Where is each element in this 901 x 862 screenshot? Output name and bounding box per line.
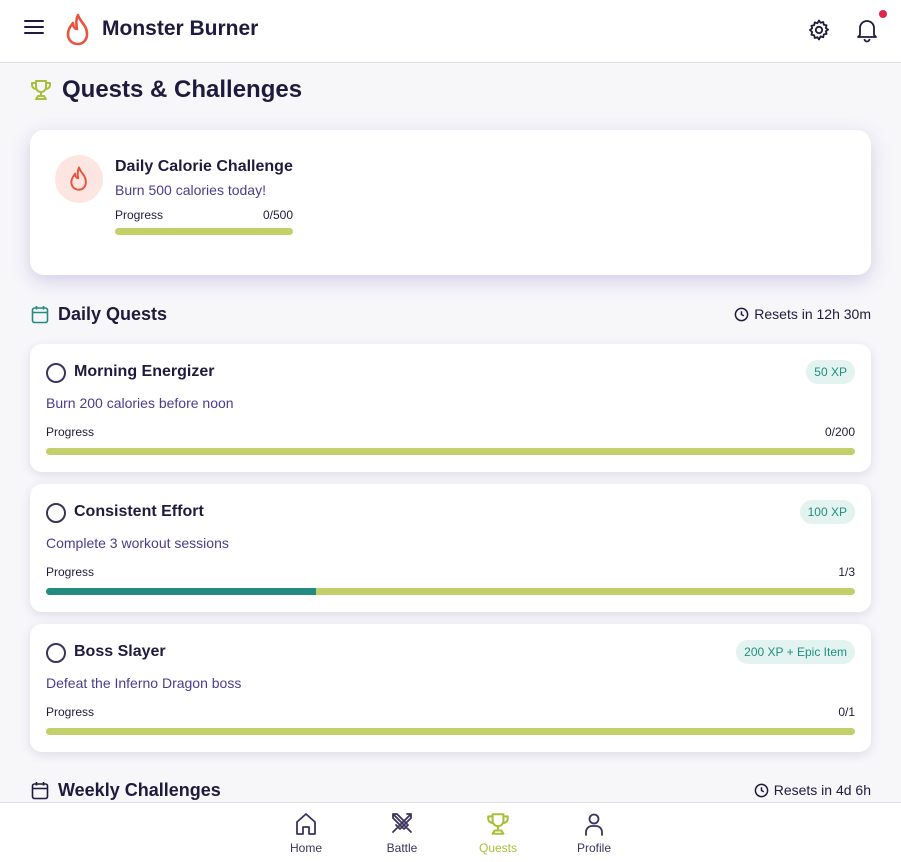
notification-dot — [879, 10, 887, 18]
quest-name: Boss Slayer — [74, 643, 166, 660]
quest-card[interactable]: Consistent Effort 100 XP Complete 3 work… — [30, 484, 871, 612]
gear-icon[interactable] — [807, 18, 831, 42]
featured-description: Burn 500 calories today! — [115, 182, 266, 198]
progress-bar — [115, 228, 293, 235]
quest-description: Defeat the Inferno Dragon boss — [46, 675, 242, 691]
featured-challenge-card[interactable]: Daily Calorie Challenge Burn 500 calorie… — [30, 130, 871, 275]
nav-item-battle[interactable]: Battle — [367, 811, 437, 855]
weekly-challenges-title: Weekly Challenges — [58, 780, 221, 800]
progress-label: Progress — [46, 705, 95, 719]
flame-logo-icon — [66, 13, 89, 46]
page-title: Quests & Challenges — [62, 76, 303, 103]
app-title: Monster Burner — [102, 17, 259, 40]
trophy-icon — [487, 813, 509, 835]
xp-reward-badge: 50 XP — [806, 360, 855, 384]
xp-reward-badge: 200 XP + Epic Item — [736, 640, 855, 664]
progress-bar — [46, 448, 855, 455]
featured-icon-badge — [55, 155, 103, 203]
app-header: Monster Burner — [0, 0, 901, 63]
daily-quests-title: Daily Quests — [58, 304, 168, 324]
bottom-nav: Home Battle Quests Profile — [0, 802, 901, 862]
quest-name: Morning Energizer — [74, 363, 215, 380]
progress-value: 0/200 — [824, 425, 855, 439]
progress-value: 0/1 — [838, 705, 855, 719]
progress-label: Progress — [46, 565, 95, 579]
nav-item-quests[interactable]: Quests — [463, 811, 533, 855]
nav-label: Profile — [576, 841, 611, 855]
progress-bar — [46, 728, 855, 735]
progress-value: 0/500 — [262, 208, 293, 222]
quest-description: Complete 3 workout sessions — [46, 535, 229, 551]
progress-value: 1/3 — [838, 565, 855, 579]
nav-item-profile[interactable]: Profile — [559, 811, 629, 855]
quest-card[interactable]: Boss Slayer 200 XP + Epic Item Defeat th… — [30, 624, 871, 752]
user-icon — [585, 813, 603, 836]
quest-description: Burn 200 calories before noon — [46, 395, 234, 411]
bell-icon[interactable] — [855, 17, 879, 43]
quest-checkbox[interactable] — [46, 363, 66, 383]
home-icon — [296, 813, 316, 835]
progress-label: Progress — [46, 425, 95, 439]
menu-icon[interactable] — [24, 20, 44, 40]
clock-icon — [734, 307, 749, 321]
weekly-reset-text: Resets in 4d 6h — [773, 782, 871, 798]
calendar-icon — [31, 306, 49, 324]
progress-bar-fill — [46, 588, 316, 595]
nav-item-home[interactable]: Home — [271, 811, 341, 855]
xp-reward-badge: 100 XP — [799, 500, 855, 524]
daily-reset-text: Resets in 12h 30m — [754, 306, 871, 322]
calendar-icon — [31, 782, 49, 800]
weekly-reset-timer: Resets in 4d 6h — [754, 782, 871, 798]
nav-label: Battle — [386, 841, 418, 855]
progress-bar — [46, 588, 855, 595]
quest-checkbox[interactable] — [46, 643, 66, 663]
trophy-icon — [31, 80, 51, 100]
flame-icon — [70, 166, 87, 191]
featured-title: Daily Calorie Challenge — [115, 158, 293, 175]
nav-label: Quests — [478, 841, 517, 855]
daily-reset-timer: Resets in 12h 30m — [734, 306, 871, 322]
nav-label: Home — [289, 841, 322, 855]
crossed-swords-icon — [392, 813, 412, 833]
quest-checkbox[interactable] — [46, 503, 66, 523]
clock-icon — [754, 783, 769, 797]
quest-card[interactable]: Morning Energizer 50 XP Burn 200 calorie… — [30, 344, 871, 472]
quest-name: Consistent Effort — [74, 503, 204, 520]
